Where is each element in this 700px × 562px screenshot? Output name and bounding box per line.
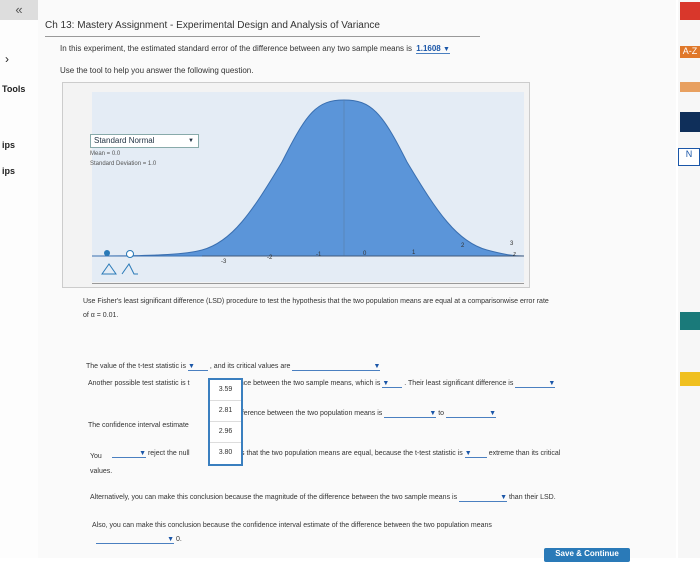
dropdown-option[interactable]: 3.59	[210, 380, 241, 401]
az-button[interactable]: A-Z	[680, 46, 700, 58]
yellow-icon[interactable]	[680, 372, 700, 386]
orange-icon[interactable]	[680, 82, 700, 92]
collapse-icon[interactable]: «	[0, 0, 38, 20]
tick-label-m3: -3	[221, 259, 227, 265]
tips-tab-1[interactable]: ips	[2, 140, 15, 150]
diff-dropdown[interactable]: ▼	[382, 380, 403, 388]
ci-upper-dropdown[interactable]: ▼	[446, 410, 496, 418]
ci-lower-dropdown[interactable]: ▼	[384, 410, 437, 418]
diff-text: ence between the two sample means, which…	[236, 380, 381, 387]
page-title: Ch 13: Mastery Assignment - Experimental…	[45, 20, 380, 31]
reject-sentence: ▼ reject the null	[112, 450, 190, 458]
tick-label-0: 0	[363, 251, 367, 257]
distribution-select[interactable]: Standard Normal ▼	[90, 134, 199, 148]
tick-label-m2: -2	[267, 255, 273, 261]
lsd-text: . Their least significant difference is	[404, 380, 514, 387]
dropdown-arrow-icon: ▼	[442, 46, 450, 53]
critical-text: , and its critical values are	[209, 363, 291, 370]
radio-unselected[interactable]	[126, 250, 134, 258]
you-text: You	[90, 453, 102, 460]
ci-conclusion-end: ▼ 0.	[96, 536, 182, 544]
diff-sentence: ence between the two sample means, which…	[236, 380, 556, 388]
tick-label-1: 1	[412, 250, 416, 256]
axis-variable: z	[513, 252, 516, 258]
reject-text: reject the null	[147, 450, 190, 457]
ci-sentence: The confidence interval estimate	[88, 422, 189, 429]
alpha-text: of α = 0.01.	[83, 312, 119, 319]
distribution-tool-icon[interactable]	[100, 262, 140, 276]
left-rail: « › Tools ips ips	[0, 0, 38, 558]
mean-label: Mean = 0.0	[90, 151, 121, 157]
book-icon[interactable]	[680, 112, 700, 132]
radio-selected[interactable]	[104, 250, 110, 256]
normal-curve-plot[interactable]	[92, 92, 524, 282]
dropdown-popup[interactable]: 3.59 2.81 2.96 3.80	[208, 378, 243, 466]
ci-conclusion: Also, you can make this conclusion becau…	[92, 522, 492, 529]
extreme-text: s that the two population means are equa…	[241, 450, 463, 457]
n-button[interactable]: N	[678, 148, 700, 166]
std-error-dropdown[interactable]: 1.1608 ▼	[416, 44, 450, 54]
std-error-sentence: In this experiment, the estimated standa…	[60, 44, 450, 54]
than-lsd-text: than their LSD.	[508, 494, 556, 501]
teal-icon[interactable]	[680, 312, 700, 330]
distribution-value: Standard Normal	[94, 136, 155, 145]
chevron-icon[interactable]: ›	[5, 52, 9, 66]
alt-stat-text: Another possible test statistic is t	[88, 380, 190, 387]
to-text: to	[438, 410, 445, 417]
tstat-sentence: The value of the t-test statistic is ▼ ,…	[86, 363, 381, 371]
save-continue-button[interactable]: Save & Continue	[544, 548, 630, 562]
extreme-dropdown[interactable]: ▼	[464, 450, 487, 458]
ci-conclusion-dropdown[interactable]: ▼	[96, 536, 174, 544]
critical-tail-text: extreme than its critical	[488, 450, 561, 457]
magnitude-sentence: Alternatively, you can make this conclus…	[90, 494, 556, 502]
dropdown-arrow-icon: ▼	[188, 138, 194, 144]
std-error-value: 1.1608	[416, 44, 441, 53]
dropdown-option[interactable]: 3.80	[210, 443, 241, 463]
normal-curve	[92, 99, 524, 257]
divider	[45, 36, 480, 37]
dropdown-option[interactable]: 2.96	[210, 422, 241, 443]
tstat-dropdown[interactable]: ▼	[187, 363, 208, 371]
ci-sentence-tail: fference between the two population mean…	[240, 410, 496, 418]
zero-text: 0.	[175, 536, 182, 543]
magnitude-dropdown[interactable]: ▼	[459, 494, 508, 502]
alt-stat-sentence: Another possible test statistic is t	[88, 380, 190, 387]
magnitude-text: Alternatively, you can make this conclus…	[90, 494, 458, 501]
extreme-sentence: s that the two population means are equa…	[241, 450, 560, 458]
tips-tab-2[interactable]: ips	[2, 166, 15, 176]
reject-dropdown[interactable]: ▼	[112, 450, 146, 458]
lsd-dropdown[interactable]: ▼	[515, 380, 556, 388]
critical-dropdown[interactable]: ▼	[292, 363, 381, 371]
ci-text: fference between the two population mean…	[240, 410, 383, 417]
sd-label: Standard Deviation = 1.0	[90, 161, 157, 167]
question-intro: Use Fisher's least significant differenc…	[83, 298, 549, 305]
dropdown-option[interactable]: 2.81	[210, 401, 241, 422]
instruction: Use the tool to help you answer the foll…	[60, 66, 254, 75]
tick-label-3: 3	[510, 241, 514, 247]
right-rail: A-Z N	[678, 0, 700, 558]
tick-label-m1: -1	[316, 252, 322, 258]
red-icon[interactable]	[680, 2, 700, 20]
tstat-text: The value of the t-test statistic is	[86, 363, 186, 370]
tools-tab[interactable]: Tools	[2, 84, 25, 94]
tick-label-2: 2	[461, 243, 465, 249]
tool-bottom-rule	[92, 283, 524, 284]
std-error-text: In this experiment, the estimated standa…	[60, 44, 413, 53]
values-text: values.	[90, 468, 113, 475]
